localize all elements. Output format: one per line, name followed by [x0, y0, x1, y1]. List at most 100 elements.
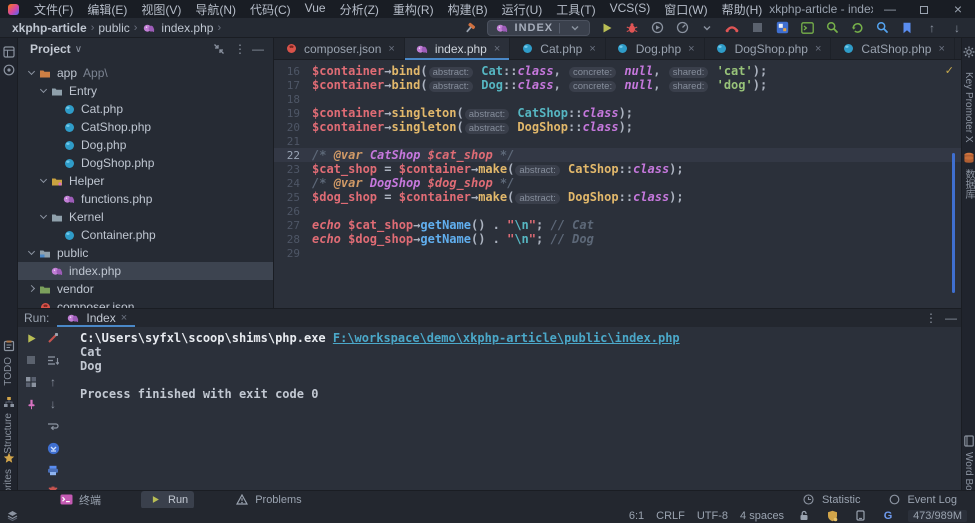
menu-v[interactable]: 视图(V) — [134, 0, 188, 19]
profiler-chevron[interactable] — [699, 20, 715, 36]
tab-close-icon[interactable]: × — [938, 43, 944, 55]
toolwindow-terminal[interactable]: 终端 — [52, 491, 107, 509]
breadcrumb-item-public[interactable]: public — [98, 21, 129, 35]
stripe-item[interactable]: 数据库 — [962, 150, 975, 199]
tree-open-chevron-icon[interactable] — [26, 67, 38, 79]
find-button[interactable] — [874, 20, 890, 36]
menu-u[interactable]: 运行(U) — [495, 0, 550, 19]
tree-item-kernel[interactable]: Kernel — [18, 208, 273, 226]
menu-w[interactable]: 窗口(W) — [657, 0, 714, 19]
tree-item-helper[interactable]: Helper — [18, 172, 273, 190]
tab-catshop-php[interactable]: CatShop.php× — [831, 38, 955, 59]
navigate-up-button[interactable]: ↑ — [924, 20, 940, 36]
profiler-button[interactable] — [674, 20, 690, 36]
toolwindow-event-log[interactable]: Event Log — [880, 491, 963, 509]
tree-item-composer-json[interactable]: composer.json — [18, 298, 273, 308]
tree-open-chevron-icon[interactable] — [26, 247, 38, 259]
tree-item-public[interactable]: public — [18, 244, 273, 262]
minimize-button[interactable]: — — [873, 0, 907, 18]
hammer-icon[interactable] — [462, 20, 478, 36]
tab-close-icon[interactable]: × — [688, 43, 694, 55]
tree-item-cat-php[interactable]: Cat.php — [18, 100, 273, 118]
toolwindow-statistic[interactable]: Statistic — [795, 491, 867, 509]
menu-e[interactable]: 编辑(E) — [80, 0, 134, 19]
tree-item-functions-php[interactable]: functions.php — [18, 190, 273, 208]
replace-button[interactable] — [849, 20, 865, 36]
google-g-icon[interactable]: G — [880, 508, 896, 523]
stripe-settings[interactable] — [962, 44, 975, 60]
menu-t[interactable]: 工具(T) — [549, 0, 602, 19]
debug-button[interactable] — [624, 20, 640, 36]
brush-red-icon[interactable] — [46, 331, 60, 345]
tab-dog-php[interactable]: Dog.php× — [606, 38, 705, 59]
console-output[interactable]: C:\Users\syfxl\scoop\shims\php.exe F:\wo… — [80, 331, 953, 401]
menu-r[interactable]: 重构(R) — [386, 0, 441, 19]
tab-close-icon[interactable]: × — [388, 43, 394, 55]
menu-vcs-s[interactable]: VCS(S) — [603, 0, 658, 19]
shield-yellow-icon[interactable] — [824, 508, 840, 523]
stripe-todo[interactable]: TODO — [0, 338, 17, 386]
menu-b[interactable]: 构建(B) — [441, 0, 495, 19]
tab-composer-json[interactable]: composer.json× — [274, 38, 405, 59]
kebab-menu-icon[interactable]: ⋮ — [921, 309, 941, 327]
breadcrumb-item-xkphp-article[interactable]: xkphp-article — [12, 21, 87, 35]
tree-item-container-php[interactable]: Container.php — [18, 226, 273, 244]
grid-icon[interactable] — [24, 375, 38, 389]
stripe-commit-view[interactable] — [0, 62, 17, 78]
menu-c[interactable]: 代码(C) — [243, 0, 298, 19]
menu-f[interactable]: 文件(F) — [27, 0, 80, 19]
breadcrumb-item-index-php[interactable]: index.php — [141, 20, 213, 36]
tab-close-icon[interactable]: × — [121, 312, 127, 324]
stop-button[interactable] — [749, 20, 765, 36]
tab-index-php[interactable]: index.php× — [405, 38, 510, 59]
hide-panel-icon[interactable]: — — [249, 42, 267, 56]
menu-z[interactable]: 分析(Z) — [333, 0, 386, 19]
tree-item-app[interactable]: appApp\ — [18, 64, 273, 82]
chevron-down-icon[interactable]: ∨ — [75, 44, 82, 55]
terminal-button[interactable] — [799, 20, 815, 36]
stripe-structure[interactable]: Structure — [0, 394, 17, 454]
tree-item-catshop-php[interactable]: CatShop.php — [18, 118, 273, 136]
toolwindow-problems[interactable]: Problems — [228, 491, 307, 509]
tab-close-icon[interactable]: × — [494, 43, 500, 55]
maximize-button[interactable] — [907, 0, 941, 18]
sort-icon[interactable] — [46, 353, 60, 367]
status-crlf[interactable]: CRLF — [656, 510, 685, 522]
collapse-all-icon[interactable] — [213, 43, 231, 55]
tree-open-chevron-icon[interactable] — [38, 85, 50, 97]
tab-dogshop-php[interactable]: DogShop.php× — [705, 38, 832, 59]
console-file-link[interactable]: F:\workspace\demo\xkphp-article\public\i… — [333, 331, 680, 345]
rerun-icon[interactable] — [24, 331, 38, 345]
close-button[interactable]: × — [941, 0, 975, 19]
pin-pink-icon[interactable] — [24, 397, 38, 411]
status-utf-8[interactable]: UTF-8 — [697, 510, 728, 522]
tree-item-entry[interactable]: Entry — [18, 82, 273, 100]
tree-closed-chevron-icon[interactable] — [26, 283, 38, 295]
printer-icon[interactable] — [46, 463, 60, 477]
device-icon[interactable] — [852, 508, 868, 523]
toolwindow-run[interactable]: Run — [141, 491, 194, 509]
settings-sync-button[interactable] — [774, 20, 790, 36]
phone-listener-button[interactable] — [724, 20, 740, 36]
scrollend-icon[interactable] — [46, 441, 60, 455]
stripe-project-view[interactable] — [0, 44, 17, 60]
arrow-down-icon[interactable]: ↓ — [46, 397, 60, 411]
stack-icon[interactable] — [4, 508, 20, 523]
code-editor[interactable]: 16$container→bind(abstract: Cat::class, … — [274, 60, 961, 260]
tree-open-chevron-icon[interactable] — [38, 175, 50, 187]
inspection-ok-icon[interactable]: ✓ — [945, 64, 954, 77]
search-button[interactable] — [824, 20, 840, 36]
run-config-selector[interactable]: INDEX| — [487, 20, 590, 36]
coverage-button[interactable] — [649, 20, 665, 36]
menu-n[interactable]: 导航(N) — [188, 0, 243, 19]
status-6-1[interactable]: 6:1 — [629, 510, 644, 522]
tab-cat-php[interactable]: Cat.php× — [510, 38, 605, 59]
memory-indicator[interactable]: 473/989M — [908, 510, 967, 522]
tree-open-chevron-icon[interactable] — [38, 211, 50, 223]
kebab-menu-icon[interactable]: ⋮ — [231, 42, 249, 56]
tree-item-dogshop-php[interactable]: DogShop.php — [18, 154, 273, 172]
stop-gray-sm-icon[interactable] — [24, 353, 38, 367]
scrollbar-change-marker[interactable] — [952, 153, 955, 293]
bookmark-button[interactable] — [899, 20, 915, 36]
lock-icon[interactable] — [796, 508, 812, 523]
